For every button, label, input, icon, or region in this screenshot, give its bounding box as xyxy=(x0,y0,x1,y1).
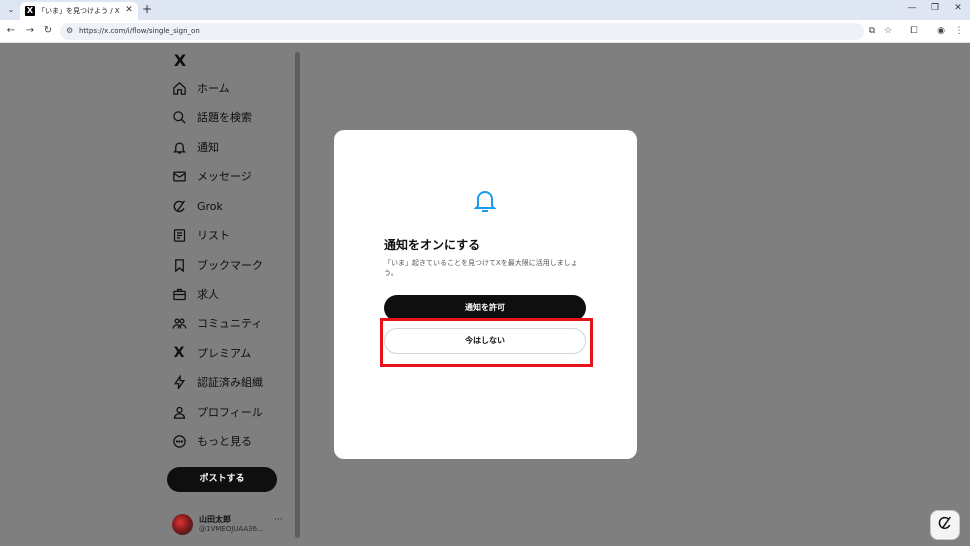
briefcase-icon xyxy=(170,285,188,303)
window-close-icon[interactable]: ✕ xyxy=(951,3,965,13)
sidebar-item-label: ブックマーク xyxy=(197,259,263,272)
minimize-icon[interactable]: — xyxy=(905,3,919,13)
star-icon[interactable]: ☆ xyxy=(882,25,894,37)
restore-icon[interactable]: ❐ xyxy=(928,3,942,13)
forward-icon[interactable]: → xyxy=(24,25,36,37)
person-icon xyxy=(170,403,188,421)
account-name: 山田太郎 xyxy=(199,515,231,524)
sidebar-item-label: コミュニティ xyxy=(197,317,263,330)
sidebar-item-label: ホーム xyxy=(197,82,230,95)
grok-icon xyxy=(170,197,188,215)
scrollbar-thumb[interactable] xyxy=(295,52,300,538)
sidebar-item-label: メッセージ xyxy=(197,170,252,183)
profile-icon[interactable]: ◉ xyxy=(935,25,947,37)
url-text: https://x.com/i/flow/single_sign_on xyxy=(79,27,200,35)
x-logo-icon[interactable]: X xyxy=(170,51,190,70)
sidebar-item-label: Grok xyxy=(197,199,223,213)
post-button[interactable]: ポストする xyxy=(167,467,277,492)
browser-tab[interactable]: X 「いま」を見つけよう / X ✕ xyxy=(20,2,138,20)
avatar xyxy=(172,514,193,535)
search-icon xyxy=(170,108,188,126)
sidebar-item-jobs[interactable]: 求人 xyxy=(170,283,219,305)
more-icon[interactable]: ··· xyxy=(274,515,283,525)
sidebar-item-label: プロフィール xyxy=(197,406,263,419)
sidebar-item-label: 話題を検索 xyxy=(197,111,252,124)
lightning-icon xyxy=(170,373,188,391)
sidebar-item-label: リスト xyxy=(197,229,230,242)
sidebar-scrollbar[interactable] xyxy=(295,52,300,538)
dialog-title: 通知をオンにする xyxy=(384,238,481,252)
page-content: X ホーム 話題を検索 通知 メッセージ Grok リスト ブックマーク 求人 … xyxy=(0,44,970,546)
highlight-box xyxy=(380,318,593,367)
bookmark-icon xyxy=(170,256,188,274)
install-app-icon[interactable]: ⧉ xyxy=(866,25,878,37)
close-icon[interactable]: ✕ xyxy=(124,5,134,15)
account-handle: @1VMEOJUAA36... xyxy=(199,525,264,533)
grok-floating-button[interactable] xyxy=(930,510,960,540)
back-icon[interactable]: ← xyxy=(5,25,17,37)
x-favicon-icon: X xyxy=(25,6,35,16)
sidebar-item-home[interactable]: ホーム xyxy=(170,77,230,99)
home-icon xyxy=(170,79,188,97)
reload-icon[interactable]: ↻ xyxy=(42,25,54,37)
sidebar-item-verified-orgs[interactable]: 認証済み組織 xyxy=(170,371,263,393)
sidebar-item-more[interactable]: もっと見る xyxy=(170,430,252,452)
sidebar: X ホーム 話題を検索 通知 メッセージ Grok リスト ブックマーク 求人 … xyxy=(0,44,300,546)
sidebar-item-premium[interactable]: X プレミアム xyxy=(170,342,252,364)
extensions-icon[interactable]: ⧠ xyxy=(908,25,920,37)
sidebar-item-lists[interactable]: リスト xyxy=(170,224,230,246)
site-settings-icon[interactable]: ⚙ xyxy=(66,26,73,35)
sidebar-item-profile[interactable]: プロフィール xyxy=(170,401,263,423)
dialog-description: 「いま」起きていることを見つけてXを最大限に活用しましょう。 xyxy=(384,259,578,277)
menu-icon[interactable]: ⋮ xyxy=(953,25,965,37)
sidebar-item-communities[interactable]: コミュニティ xyxy=(170,312,262,334)
browser-toolbar: ← → ↻ ⚙ https://x.com/i/flow/single_sign… xyxy=(0,20,970,43)
sidebar-item-notifications[interactable]: 通知 xyxy=(170,136,219,158)
browser-tab-bar: ⌄ X 「いま」を見つけよう / X ✕ + — ❐ ✕ xyxy=(0,0,970,20)
sidebar-item-label: 求人 xyxy=(197,288,219,301)
bell-icon xyxy=(170,138,188,156)
more-circle-icon xyxy=(170,432,188,450)
sidebar-item-label: 認証済み組織 xyxy=(197,376,263,389)
tab-title: 「いま」を見つけよう / X xyxy=(38,7,120,15)
x-icon: X xyxy=(173,345,185,361)
sidebar-item-label: プレミアム xyxy=(197,347,252,360)
sidebar-item-label: 通知 xyxy=(197,141,219,154)
list-icon xyxy=(170,226,188,244)
account-switcher[interactable]: 山田太郎 @1VMEOJUAA36... ··· xyxy=(172,512,292,540)
community-icon xyxy=(170,314,188,332)
tab-list-icon[interactable]: ⌄ xyxy=(4,3,18,17)
address-bar[interactable]: ⚙ https://x.com/i/flow/single_sign_on xyxy=(60,23,864,40)
mail-icon xyxy=(170,167,188,185)
sidebar-item-bookmarks[interactable]: ブックマーク xyxy=(170,254,263,276)
sidebar-item-grok[interactable]: Grok xyxy=(170,195,223,217)
plus-icon[interactable]: + xyxy=(142,2,152,16)
sidebar-item-messages[interactable]: メッセージ xyxy=(170,165,252,187)
sidebar-item-explore[interactable]: 話題を検索 xyxy=(170,106,252,128)
notification-permission-dialog: 通知をオンにする 「いま」起きていることを見つけてXを最大限に活用しましょう。 … xyxy=(334,130,637,459)
bell-icon xyxy=(473,188,497,214)
grok-icon xyxy=(937,515,953,535)
sidebar-item-label: もっと見る xyxy=(197,435,252,448)
